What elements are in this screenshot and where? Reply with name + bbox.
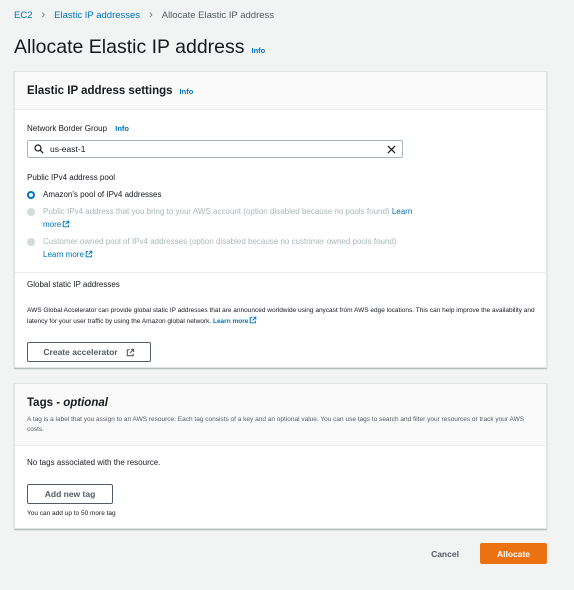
breadcrumb-ec2[interactable]: EC2 xyxy=(14,10,32,21)
public-ipv4-pool-label: Public IPv4 address pool xyxy=(27,173,116,182)
page-title-text: Allocate Elastic IP address xyxy=(14,36,245,58)
pool-option-customer-owned-label: Customer owned pool of IPv4 addresses (o… xyxy=(43,235,417,261)
no-tags-message: No tags associated with the resource. xyxy=(27,458,161,467)
settings-panel-header: Elastic IP address settings Info xyxy=(15,72,546,110)
breadcrumb: EC2 › Elastic IP addresses › Allocate El… xyxy=(14,8,274,22)
allocate-button[interactable]: Allocate xyxy=(480,543,547,564)
clear-icon[interactable] xyxy=(387,144,396,154)
radio-disabled xyxy=(27,207,35,216)
pool-option-customer-owned: Customer owned pool of IPv4 addresses (o… xyxy=(27,235,417,261)
tags-title: Tags - optional xyxy=(27,397,108,409)
network-border-group-label-text: Network Border Group xyxy=(27,124,108,133)
tag-limit-hint: You can add up to 50 more tag xyxy=(27,510,116,517)
breadcrumb-elastic-ip-addresses[interactable]: Elastic IP addresses xyxy=(54,10,140,21)
tags-panel-header: Tags - optional A tag is a label that yo… xyxy=(15,384,546,446)
create-accelerator-label: Create accelerator xyxy=(43,347,118,357)
add-new-tag-button[interactable]: Add new tag xyxy=(27,484,113,504)
external-link-icon xyxy=(85,250,93,258)
global-accelerator-description: AWS Global Accelerator can provide globa… xyxy=(27,305,537,327)
settings-panel-title: Elastic IP address settings Info xyxy=(27,85,534,97)
chevron-right-icon: › xyxy=(149,9,153,21)
search-icon xyxy=(34,144,44,154)
tags-title-text: Tags xyxy=(27,397,53,409)
section-divider xyxy=(15,272,546,273)
pool-option-byoip-text: Public IPv4 address that you bring to yo… xyxy=(43,207,390,216)
tags-title-suffix: optional xyxy=(63,397,108,409)
customer-owned-learn-more-link[interactable]: Learn more xyxy=(43,250,84,259)
external-link-icon xyxy=(250,316,257,324)
chevron-right-icon: › xyxy=(41,9,46,21)
radio-disabled xyxy=(27,237,35,246)
pool-option-customer-owned-text: Customer owned pool of IPv4 addresses (o… xyxy=(43,237,397,246)
pool-option-byoip: Public IPv4 address that you bring to yo… xyxy=(27,205,417,231)
settings-info-link[interactable]: Info xyxy=(180,87,194,96)
network-border-group-select[interactable] xyxy=(27,140,403,158)
breadcrumb-current: Allocate Elastic IP address xyxy=(161,9,275,21)
settings-header-text: Elastic IP address settings xyxy=(27,85,173,97)
pool-option-byoip-label: Public IPv4 address that you bring to yo… xyxy=(43,205,417,231)
add-new-tag-label: Add new tag xyxy=(44,489,96,499)
pool-option-amazon-label: Amazon's pool of IPv4 addresses xyxy=(43,190,162,199)
pool-option-amazon[interactable]: Amazon's pool of IPv4 addresses xyxy=(27,188,417,201)
global-static-ip-title: Global static IP addresses xyxy=(27,280,120,289)
radio-selected[interactable] xyxy=(27,190,35,199)
create-accelerator-button[interactable]: Create accelerator xyxy=(27,342,151,362)
external-link-icon xyxy=(126,348,134,356)
global-accelerator-description-text: AWS Global Accelerator can provide globa… xyxy=(27,307,535,325)
network-border-group-info-link[interactable]: Info xyxy=(115,124,129,133)
tags-description: A tag is a label that you assign to an A… xyxy=(27,416,525,433)
network-border-group-label: Network Border Group Info xyxy=(27,124,129,133)
elastic-ip-settings-panel: Elastic IP address settings Info Network… xyxy=(14,71,547,368)
page-title: Allocate Elastic IP address Info xyxy=(14,36,265,59)
external-link-icon xyxy=(62,220,70,228)
tags-panel: Tags - optional A tag is a label that yo… xyxy=(14,383,547,529)
page-info-link[interactable]: Info xyxy=(252,46,266,55)
network-border-group-input[interactable] xyxy=(50,144,387,154)
cancel-button[interactable]: Cancel xyxy=(420,544,470,564)
global-accelerator-learn-more-link[interactable]: Learn more xyxy=(213,318,248,325)
